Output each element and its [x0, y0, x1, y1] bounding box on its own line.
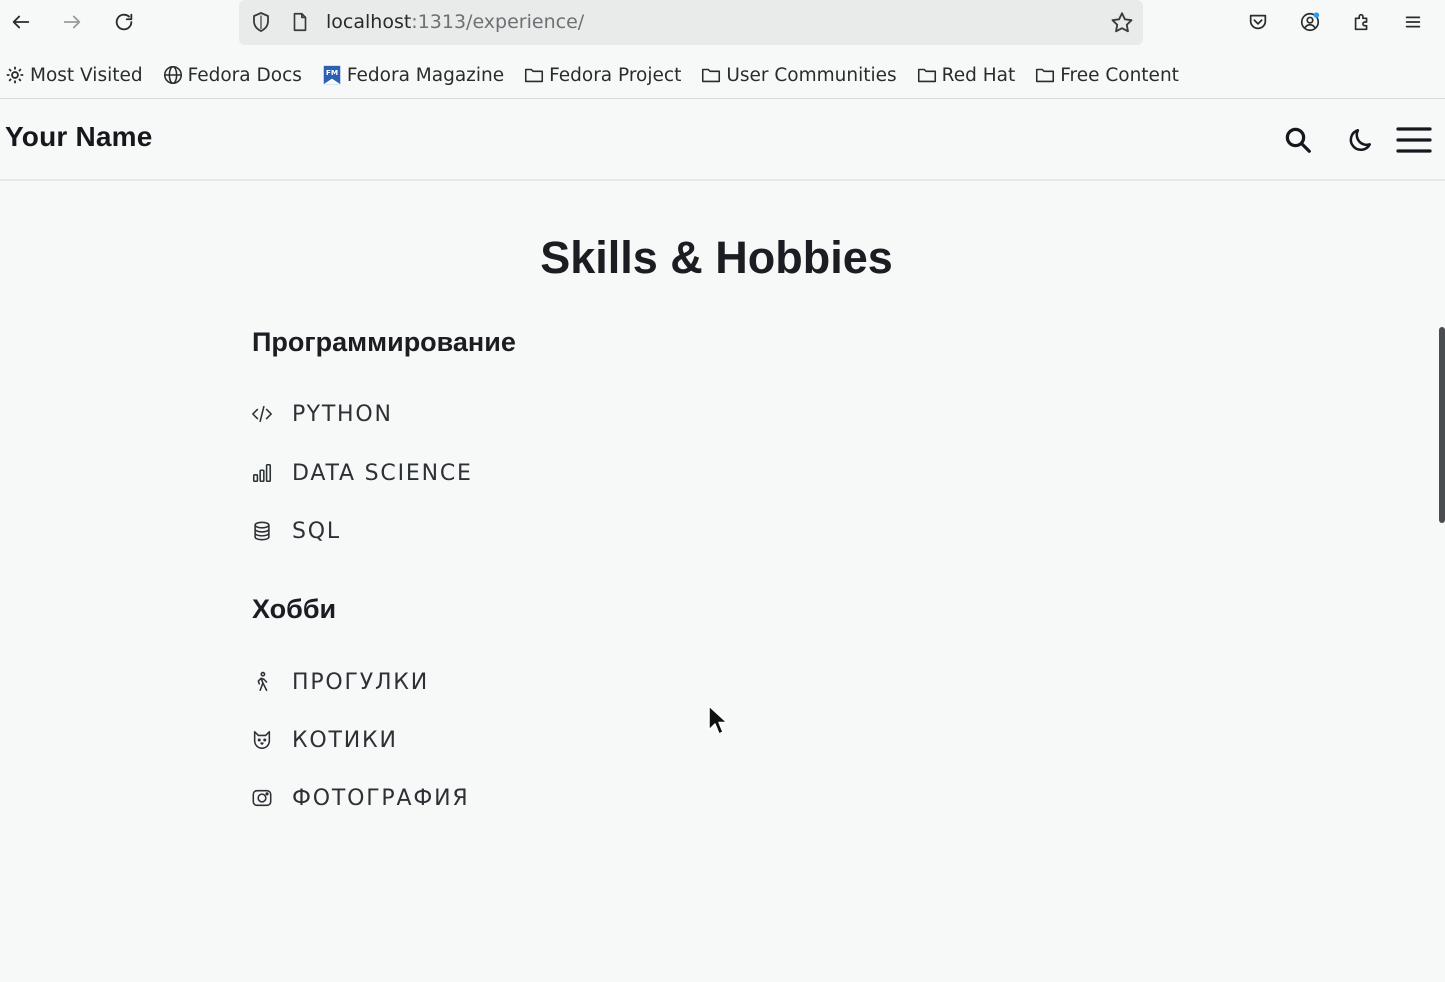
puzzle-icon	[1354, 13, 1368, 31]
pocket-button[interactable]	[1243, 7, 1273, 37]
bookmark-fedora-docs[interactable]: Fedora Docs	[158, 58, 306, 92]
page-icon[interactable]	[289, 10, 311, 34]
bookmark-fedora-project[interactable]: Fedora Project	[519, 58, 685, 92]
gear-icon	[6, 66, 24, 84]
skill-label: Python	[292, 401, 393, 427]
url-text[interactable]: localhost:1313/experience/	[326, 10, 584, 34]
moon-icon	[1349, 129, 1371, 152]
camera-icon	[250, 786, 274, 810]
forward-button[interactable]	[57, 7, 87, 37]
cat-icon	[250, 728, 274, 752]
browser-toolbar: localhost:1313/experience/	[0, 0, 1445, 46]
shield-icon[interactable]	[249, 10, 273, 34]
folder-icon	[525, 68, 544, 83]
folder-icon	[917, 68, 936, 83]
bookmark-label: User Communities	[726, 64, 897, 86]
walking-icon	[250, 670, 274, 694]
arrow-right-icon	[63, 15, 81, 29]
svg-text:FM: FM	[326, 68, 338, 77]
skill-label: SQL	[292, 518, 341, 544]
app-menu-button[interactable]	[1398, 7, 1428, 37]
theme-toggle-button[interactable]	[1344, 123, 1378, 157]
bookmark-label: Red Hat	[941, 64, 1016, 86]
account-button[interactable]	[1295, 7, 1325, 37]
bookmark-user-communities[interactable]: User Communities	[696, 58, 900, 92]
hobby-label: Фотография	[292, 785, 470, 811]
extensions-button[interactable]	[1347, 7, 1377, 37]
page-scrollbar[interactable]	[1439, 327, 1445, 523]
section-title-hobbies: Хобби	[252, 594, 337, 624]
star-icon[interactable]	[1109, 10, 1135, 36]
fedora-magazine-icon: FM	[323, 65, 341, 85]
globe-icon	[163, 65, 182, 85]
bookmark-label: Most Visited	[30, 64, 143, 86]
folder-icon	[702, 68, 721, 83]
pocket-icon	[1249, 14, 1267, 30]
bookmark-red-hat[interactable]: Red Hat	[912, 58, 1020, 92]
mouse-cursor-icon	[708, 705, 728, 735]
bookmarks-bar: Most Visited Fedora Docs FM Fedora Magaz…	[0, 58, 1445, 92]
hobby-label: Котики	[292, 727, 398, 753]
skill-item-python: Python	[250, 399, 393, 429]
url-path: :1313/experience/	[411, 11, 585, 33]
back-button[interactable]	[6, 7, 36, 37]
page-title: Skills & Hobbies	[540, 232, 893, 283]
hamburger-icon	[1405, 16, 1421, 28]
url-bar[interactable]: localhost:1313/experience/	[239, 0, 1143, 45]
bookmark-label: Free Content	[1060, 64, 1179, 86]
bookmark-label: Fedora Docs	[187, 64, 302, 86]
database-icon	[250, 519, 274, 543]
bar-chart-icon	[250, 461, 274, 485]
bookmark-label: Fedora Magazine	[346, 64, 505, 86]
skill-label: Data Science	[292, 460, 473, 486]
account-icon	[1300, 12, 1320, 32]
skill-item-data-science: Data Science	[250, 458, 473, 488]
nav-menu-button[interactable]	[1394, 123, 1434, 157]
section-title-programming: Программирование	[252, 327, 516, 357]
hobby-item-cats: Котики	[250, 725, 398, 755]
search-button[interactable]	[1281, 123, 1315, 157]
bookmark-label: Fedora Project	[549, 64, 682, 86]
bookmark-free-content[interactable]: Free Content	[1030, 58, 1183, 92]
hobby-item-walks: Прогулки	[250, 667, 429, 697]
site-header: Your Name	[0, 99, 1445, 181]
bookmark-fedora-magazine[interactable]: FM Fedora Magazine	[317, 58, 508, 92]
skill-item-sql: SQL	[250, 516, 341, 546]
reload-button[interactable]	[109, 7, 139, 37]
hobby-item-photography: Фотография	[250, 783, 469, 813]
arrow-left-icon	[12, 15, 30, 29]
reload-icon	[115, 13, 133, 31]
search-icon	[1285, 127, 1311, 153]
bookmark-most-visited[interactable]: Most Visited	[0, 58, 147, 92]
code-icon	[250, 402, 274, 426]
site-logo[interactable]: Your Name	[5, 121, 153, 153]
hobby-label: Прогулки	[292, 669, 429, 695]
hamburger-icon	[1396, 127, 1432, 153]
folder-icon	[1036, 68, 1055, 83]
